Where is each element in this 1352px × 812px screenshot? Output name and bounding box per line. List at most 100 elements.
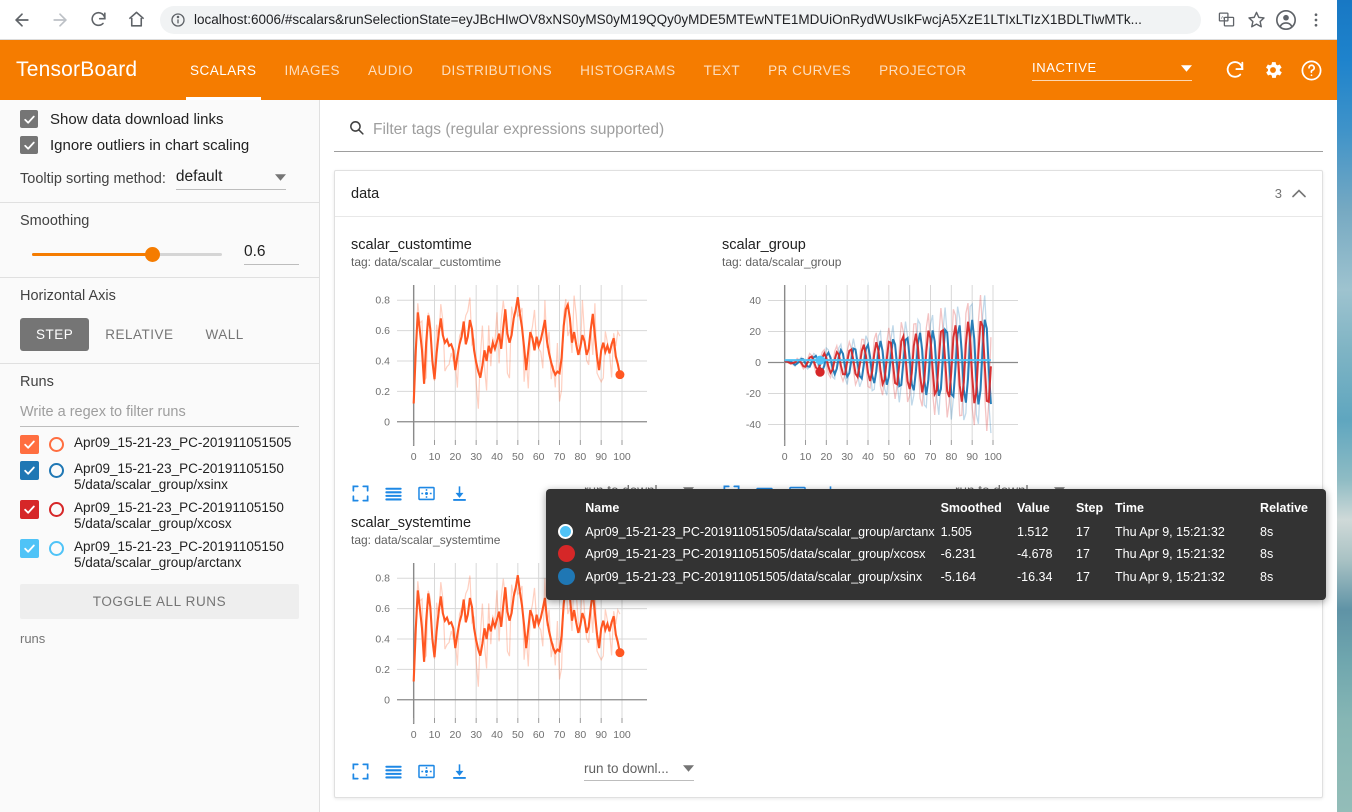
svg-text:60: 60 bbox=[533, 451, 545, 463]
runs-list[interactable]: Apr09_15-21-23_PC-201911051505 Apr09_15-2… bbox=[20, 435, 299, 578]
svg-text:70: 70 bbox=[925, 451, 937, 463]
run-checkbox[interactable] bbox=[20, 435, 39, 454]
expand-icon[interactable] bbox=[351, 484, 370, 503]
svg-text:100: 100 bbox=[613, 729, 631, 741]
run-checkbox[interactable] bbox=[20, 500, 39, 519]
smoothing-section: Smoothing 0.6 bbox=[0, 203, 319, 277]
tab-audio[interactable]: AUDIO bbox=[354, 40, 427, 100]
reload-mode-select[interactable]: INACTIVE bbox=[1032, 60, 1192, 81]
run-checkbox[interactable] bbox=[20, 539, 39, 558]
data-series-icon[interactable] bbox=[384, 762, 403, 781]
home-icon[interactable] bbox=[120, 4, 152, 36]
refresh-icon[interactable] bbox=[1224, 59, 1246, 81]
checkbox-icon[interactable] bbox=[20, 110, 38, 128]
svg-text:0: 0 bbox=[384, 416, 390, 428]
tab-projector[interactable]: PROJECTOR bbox=[865, 40, 981, 100]
search-icon bbox=[348, 119, 365, 141]
smoothing-title: Smoothing bbox=[20, 213, 90, 229]
svg-text:-20: -20 bbox=[746, 388, 761, 400]
tooltip-relative: 8s bbox=[1260, 569, 1274, 584]
run-color-circle[interactable] bbox=[49, 437, 64, 452]
tab-text[interactable]: TEXT bbox=[690, 40, 755, 100]
run-name-label: Apr09_15-21-23_PC-201911051505/data/scal… bbox=[74, 539, 284, 570]
tooltip-row: Apr09_15-21-23_PC-201911051505/data/scal… bbox=[558, 521, 1314, 542]
run-download-select[interactable]: run to downl... bbox=[584, 759, 694, 781]
help-circle-icon[interactable] bbox=[1300, 59, 1323, 82]
fit-domain-icon[interactable] bbox=[417, 484, 436, 503]
horizontal-axis-relative[interactable]: RELATIVE bbox=[89, 318, 189, 351]
runs-filter-input[interactable]: Write a regex to filter runs bbox=[20, 404, 299, 427]
run-list-item[interactable]: Apr09_15-21-23_PC-201911051505/data/scal… bbox=[20, 461, 295, 493]
three-dot-menu-icon[interactable] bbox=[1301, 5, 1331, 35]
chart-plot[interactable]: -40 -20 0 20 40 0 10 20 30 40 50 60 70 80 90 100 bbox=[722, 277, 1077, 477]
checkbox-row[interactable]: Show data download links bbox=[20, 110, 299, 128]
smoothing-slider[interactable] bbox=[32, 245, 222, 263]
reload-mode-value: INACTIVE bbox=[1032, 59, 1097, 75]
account-icon[interactable] bbox=[1271, 5, 1301, 35]
chart-plot[interactable]: 0 0.2 0.4 0.6 0.8 0 10 20 30 40 50 60 70 80 90 100 bbox=[351, 277, 706, 477]
series-color-dot bbox=[558, 524, 573, 539]
tooltip-color-cell bbox=[558, 565, 585, 588]
checkbox-label: Ignore outliers in chart scaling bbox=[50, 136, 250, 154]
tag-filter-bar[interactable]: Filter tags (regular expressions support… bbox=[334, 108, 1323, 152]
star-icon[interactable] bbox=[1241, 5, 1271, 35]
svg-text:80: 80 bbox=[574, 729, 586, 741]
tooltip-table: Name Smoothed Value Step Time Relative Apr09_… bbox=[558, 499, 1314, 588]
svg-text:70: 70 bbox=[554, 729, 566, 741]
chart-title: scalar_customtime bbox=[351, 237, 472, 253]
run-color-circle[interactable] bbox=[49, 502, 64, 517]
gear-icon[interactable] bbox=[1262, 59, 1284, 81]
checkbox-icon[interactable] bbox=[20, 136, 38, 154]
chevron-down-icon bbox=[1181, 60, 1192, 75]
run-list-item[interactable]: Apr09_15-21-23_PC-201911051505/data/scal… bbox=[20, 539, 295, 571]
chevron-up-icon[interactable] bbox=[1292, 186, 1306, 201]
site-info-icon[interactable] bbox=[170, 12, 186, 28]
run-color-circle[interactable] bbox=[49, 463, 64, 478]
tab-images[interactable]: IMAGES bbox=[271, 40, 355, 100]
tag-group-header[interactable]: data 3 bbox=[335, 171, 1322, 217]
tab-distributions[interactable]: DISTRIBUTIONS bbox=[427, 40, 566, 100]
run-color-circle[interactable] bbox=[49, 541, 64, 556]
tab-pr-curves[interactable]: PR CURVES bbox=[754, 40, 865, 100]
tab-histograms[interactable]: HISTOGRAMS bbox=[566, 40, 690, 100]
smoothing-value-input[interactable]: 0.6 bbox=[244, 243, 299, 265]
chevron-down-icon bbox=[683, 759, 694, 777]
run-name-label: Apr09_15-21-23_PC-201911051505 bbox=[74, 435, 292, 450]
svg-text:0: 0 bbox=[384, 694, 390, 706]
forward-arrow-icon[interactable] bbox=[44, 4, 76, 36]
tooltip-color-col bbox=[558, 499, 585, 521]
url-bar[interactable]: localhost:6006/#scalars&runSelectionStat… bbox=[160, 5, 1201, 34]
svg-text:20: 20 bbox=[820, 451, 832, 463]
horizontal-axis-step[interactable]: STEP bbox=[20, 318, 90, 351]
run-list-item[interactable]: Apr09_15-21-23_PC-201911051505/data/scal… bbox=[20, 500, 295, 532]
expand-icon[interactable] bbox=[351, 762, 370, 781]
svg-text:100: 100 bbox=[613, 451, 631, 463]
run-list-item[interactable]: Apr09_15-21-23_PC-201911051505 bbox=[20, 435, 295, 454]
toggle-all-runs-button[interactable]: TOGGLE ALL RUNS bbox=[20, 584, 299, 619]
run-checkbox[interactable] bbox=[20, 461, 39, 480]
chart-card-scalar_customtime: scalar_customtime tag: data/scalar_custom… bbox=[351, 237, 706, 503]
back-arrow-icon[interactable] bbox=[6, 4, 38, 36]
tensorboard-header: TensorBoard SCALARS IMAGES AUDIO DISTRIBUTI… bbox=[0, 40, 1337, 100]
slider-thumb[interactable] bbox=[145, 247, 160, 262]
horizontal-axis-wall[interactable]: WALL bbox=[190, 318, 260, 351]
tooltip-col-step: Step bbox=[1076, 501, 1104, 515]
reload-icon[interactable] bbox=[82, 4, 114, 36]
checkbox-row[interactable]: Ignore outliers in chart scaling bbox=[20, 136, 299, 154]
left-sidebar: Show data download links Ignore outliers … bbox=[0, 100, 320, 812]
tooltip-color-cell bbox=[558, 521, 585, 542]
chevron-down-icon bbox=[274, 168, 286, 186]
tooltip-value: 1.512 bbox=[1017, 524, 1049, 539]
download-icon[interactable] bbox=[450, 484, 469, 503]
tooltip-smoothed: 1.505 bbox=[940, 524, 972, 539]
svg-text:30: 30 bbox=[841, 451, 853, 463]
download-icon[interactable] bbox=[450, 762, 469, 781]
svg-text:0.2: 0.2 bbox=[375, 664, 390, 676]
fit-domain-icon[interactable] bbox=[417, 762, 436, 781]
tab-scalars[interactable]: SCALARS bbox=[176, 40, 271, 100]
svg-text:10: 10 bbox=[800, 451, 812, 463]
svg-text:50: 50 bbox=[512, 729, 524, 741]
data-series-icon[interactable] bbox=[384, 484, 403, 503]
tooltip-sorting-select[interactable]: default bbox=[175, 168, 286, 190]
translate-icon[interactable]: A bbox=[1211, 5, 1241, 35]
